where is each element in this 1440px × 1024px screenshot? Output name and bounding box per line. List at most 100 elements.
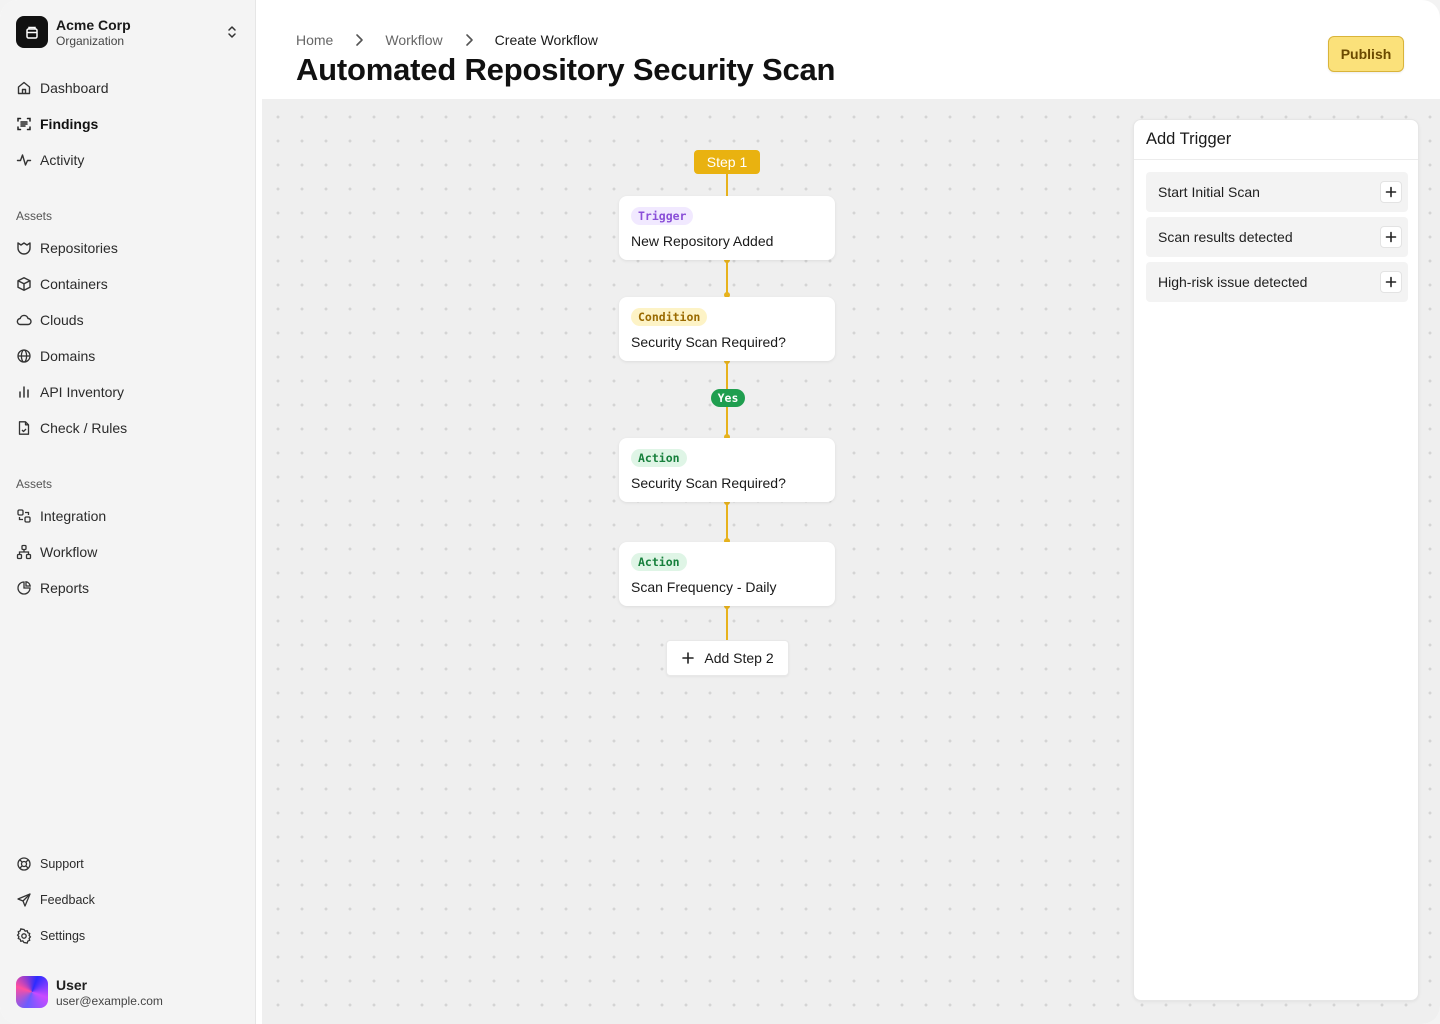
breadcrumb-current: Create Workflow	[494, 32, 598, 48]
org-name: Acme Corp	[56, 16, 131, 33]
user-menu[interactable]: User user@example.com	[16, 976, 240, 1008]
node-type-badge: Action	[631, 553, 687, 571]
node-type-badge: Action	[631, 449, 687, 467]
sidebar-item-feedback[interactable]: Feedback	[16, 888, 240, 912]
trigger-option[interactable]: High-risk issue detected	[1146, 262, 1408, 302]
node-type-badge: Trigger	[631, 207, 694, 225]
sidebar-item-label: Dashboard	[40, 80, 109, 96]
trigger-option-label: High-risk issue detected	[1158, 274, 1308, 290]
chevron-up-down-icon	[228, 26, 236, 38]
sidebar-item-repositories[interactable]: Repositories	[16, 236, 240, 260]
user-name: User	[56, 976, 88, 993]
sidebar-item-label: Reports	[40, 580, 90, 596]
add-step-button[interactable]: Add Step 2	[666, 640, 789, 676]
avatar	[16, 976, 48, 1008]
org-switcher[interactable]: Acme Corp Organization	[16, 16, 240, 48]
sidebar-item-label: Feedback	[40, 893, 95, 907]
trigger-option[interactable]: Scan results detected	[1146, 217, 1408, 257]
step-label: Step 1	[694, 150, 760, 174]
trigger-option-label: Scan results detected	[1158, 229, 1293, 245]
connector-line	[726, 174, 728, 196]
connector-line	[726, 407, 728, 437]
node-title: Security Scan Required?	[631, 475, 786, 491]
file-check-icon	[18, 421, 30, 435]
sidebar-item-label: Repositories	[40, 240, 118, 256]
publish-button[interactable]: Publish	[1328, 36, 1404, 72]
sidebar-item-label: Activity	[40, 152, 85, 168]
sidebar-item-api-inventory[interactable]: API Inventory	[16, 380, 240, 404]
package-icon	[17, 277, 31, 291]
home-icon	[17, 81, 31, 95]
sidebar-item-label: Clouds	[40, 312, 84, 328]
breadcrumb-workflow[interactable]: Workflow	[385, 32, 442, 48]
workflow-node-condition[interactable]: Condition Security Scan Required?	[619, 297, 835, 361]
add-trigger-panel: Add Trigger Start Initial Scan Scan resu…	[1133, 119, 1419, 1001]
add-trigger-button[interactable]	[1380, 271, 1402, 293]
workflow-node-action[interactable]: Action Scan Frequency - Daily	[619, 542, 835, 606]
trigger-option-label: Start Initial Scan	[1158, 184, 1260, 200]
sidebar-item-clouds[interactable]: Clouds	[16, 308, 240, 332]
sidebar-item-containers[interactable]: Containers	[16, 272, 240, 296]
sidebar-item-support[interactable]: Support	[16, 852, 240, 876]
org-logo	[16, 16, 48, 48]
sidebar-item-label: Findings	[40, 116, 99, 132]
sidebar-item-settings[interactable]: Settings	[16, 924, 240, 948]
sidebar: Acme Corp Organization Dashboard Finding…	[0, 0, 256, 1024]
nav-section-label: Assets	[16, 477, 53, 491]
sidebar-item-label: Domains	[40, 348, 96, 364]
add-trigger-button[interactable]	[1380, 181, 1402, 203]
sidebar-item-activity[interactable]: Activity	[16, 148, 240, 172]
sidebar-item-label: Settings	[40, 929, 86, 943]
connector-line	[726, 361, 728, 389]
node-title: Security Scan Required?	[631, 334, 786, 350]
org-subtitle: Organization	[56, 33, 125, 48]
plus-icon	[1385, 276, 1397, 288]
sidebar-item-label: Support	[40, 857, 84, 871]
app-window: Acme Corp Organization Dashboard Finding…	[0, 0, 1440, 1024]
sidebar-item-label: Containers	[40, 276, 108, 292]
connector-line	[726, 502, 728, 541]
sidebar-item-workflow[interactable]: Workflow	[16, 540, 240, 564]
gear-icon	[16, 928, 32, 944]
sidebar-item-domains[interactable]: Domains	[16, 344, 240, 368]
sidebar-item-label: Workflow	[40, 544, 98, 560]
repository-icon	[17, 242, 31, 255]
user-email: user@example.com	[56, 993, 163, 1008]
sidebar-item-reports[interactable]: Reports	[16, 576, 240, 600]
breadcrumb-home[interactable]: Home	[296, 32, 333, 48]
workflow-node-trigger[interactable]: Trigger New Repository Added	[619, 196, 835, 260]
node-title: Scan Frequency - Daily	[631, 579, 777, 595]
node-title: New Repository Added	[631, 233, 774, 249]
sidebar-item-dashboard[interactable]: Dashboard	[16, 76, 240, 100]
send-icon	[17, 893, 31, 907]
connector-line	[726, 260, 728, 296]
plus-icon	[1385, 186, 1397, 198]
sidebar-item-label: Integration	[40, 508, 107, 524]
sidebar-item-integration[interactable]: Integration	[16, 504, 240, 528]
activity-icon	[16, 154, 32, 166]
plus-icon	[1385, 231, 1397, 243]
nav-section-label: Assets	[16, 209, 53, 223]
panel-title: Add Trigger	[1146, 130, 1232, 148]
chevron-right-icon	[465, 34, 473, 46]
sidebar-item-label: API Inventory	[40, 384, 125, 400]
connector-line	[726, 606, 728, 640]
cloud-icon	[16, 314, 32, 326]
add-trigger-button[interactable]	[1380, 226, 1402, 248]
plus-icon	[682, 652, 695, 664]
chevron-right-icon	[356, 34, 364, 46]
integration-icon	[17, 509, 31, 523]
trigger-option[interactable]: Start Initial Scan	[1146, 172, 1408, 212]
sidebar-item-label: Check / Rules	[40, 420, 128, 436]
sidebar-item-check-rules[interactable]: Check / Rules	[16, 416, 240, 440]
sidebar-item-findings[interactable]: Findings	[16, 112, 240, 136]
scan-icon	[17, 117, 31, 131]
add-step-label: Add Step 2	[704, 650, 774, 666]
workflow-node-action[interactable]: Action Security Scan Required?	[619, 438, 835, 502]
globe-icon	[17, 349, 31, 363]
lifebuoy-icon	[17, 857, 31, 871]
bar-chart-icon	[19, 386, 29, 398]
branch-yes-badge: Yes	[711, 389, 745, 407]
workflow-icon	[16, 544, 32, 560]
node-type-badge: Condition	[631, 308, 708, 326]
